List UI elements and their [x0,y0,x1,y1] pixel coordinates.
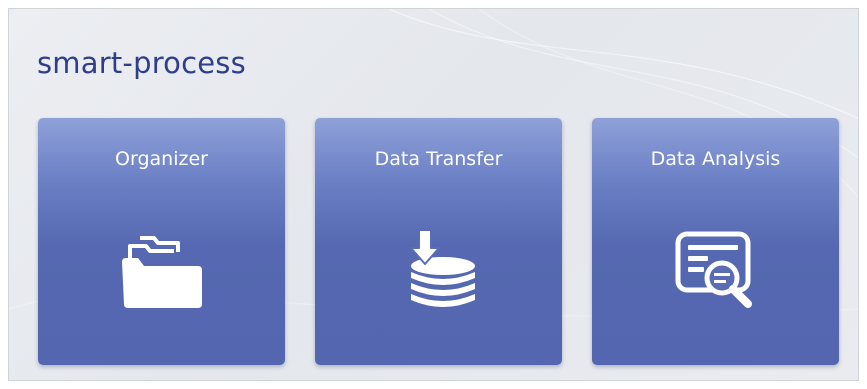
data-analysis-tile[interactable]: Data Analysis [592,118,839,365]
folders-icon [121,236,202,308]
data-transfer-tile-label: Data Transfer [374,148,503,170]
app-title: smart-process [37,46,246,80]
database-download-icon [409,229,475,307]
organizer-tile[interactable]: Organizer [38,118,285,365]
data-transfer-tile[interactable]: Data Transfer [315,118,562,365]
organizer-tile-label: Organizer [115,148,208,170]
data-analysis-tile-label: Data Analysis [650,148,781,170]
smart-process-panel: smart-process Organizer Data Transfer Da… [8,8,859,381]
document-search-icon [675,231,752,308]
